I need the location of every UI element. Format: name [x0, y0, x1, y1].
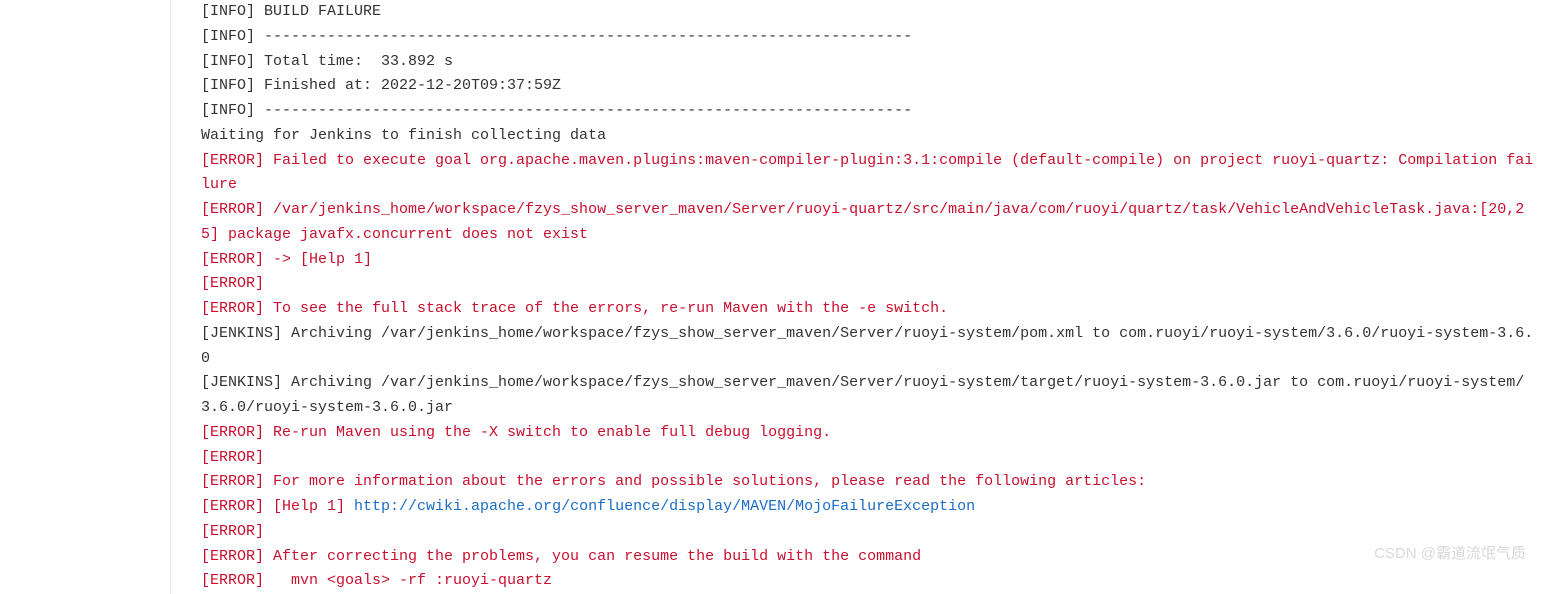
console-output: [INFO] BUILD FAILURE[INFO] -------------… — [170, 0, 1541, 594]
console-line: [JENKINS] Archiving /var/jenkins_home/wo… — [201, 322, 1541, 372]
help-link[interactable]: http://cwiki.apache.org/confluence/displ… — [354, 498, 975, 515]
console-line: [INFO] Total time: 33.892 s — [201, 50, 1541, 75]
console-line: [ERROR] After correcting the problems, y… — [201, 545, 1541, 570]
console-line: [ERROR] For more information about the e… — [201, 470, 1541, 495]
console-line: [ERROR] — [201, 520, 1541, 545]
console-line: [ERROR] — [201, 446, 1541, 471]
console-line: [ERROR] — [201, 272, 1541, 297]
console-line: [INFO] Finished at: 2022-12-20T09:37:59Z — [201, 74, 1541, 99]
console-line: [INFO] BUILD FAILURE — [201, 0, 1541, 25]
console-line: [INFO] ---------------------------------… — [201, 99, 1541, 124]
console-line: [ERROR] [Help 1] http://cwiki.apache.org… — [201, 495, 1541, 520]
console-line: Waiting for Jenkins to finish collecting… — [201, 124, 1541, 149]
console-line: [ERROR] Re-run Maven using the -X switch… — [201, 421, 1541, 446]
console-line: [ERROR] /var/jenkins_home/workspace/fzys… — [201, 198, 1541, 248]
console-line: [ERROR] -> [Help 1] — [201, 248, 1541, 273]
console-line: [INFO] ---------------------------------… — [201, 25, 1541, 50]
console-line: [ERROR] To see the full stack trace of t… — [201, 297, 1541, 322]
console-line: [ERROR] mvn <goals> -rf :ruoyi-quartz — [201, 569, 1541, 594]
error-prefix: [ERROR] [Help 1] — [201, 498, 354, 515]
console-line: [JENKINS] Archiving /var/jenkins_home/wo… — [201, 371, 1541, 421]
console-line: [ERROR] Failed to execute goal org.apach… — [201, 149, 1541, 199]
